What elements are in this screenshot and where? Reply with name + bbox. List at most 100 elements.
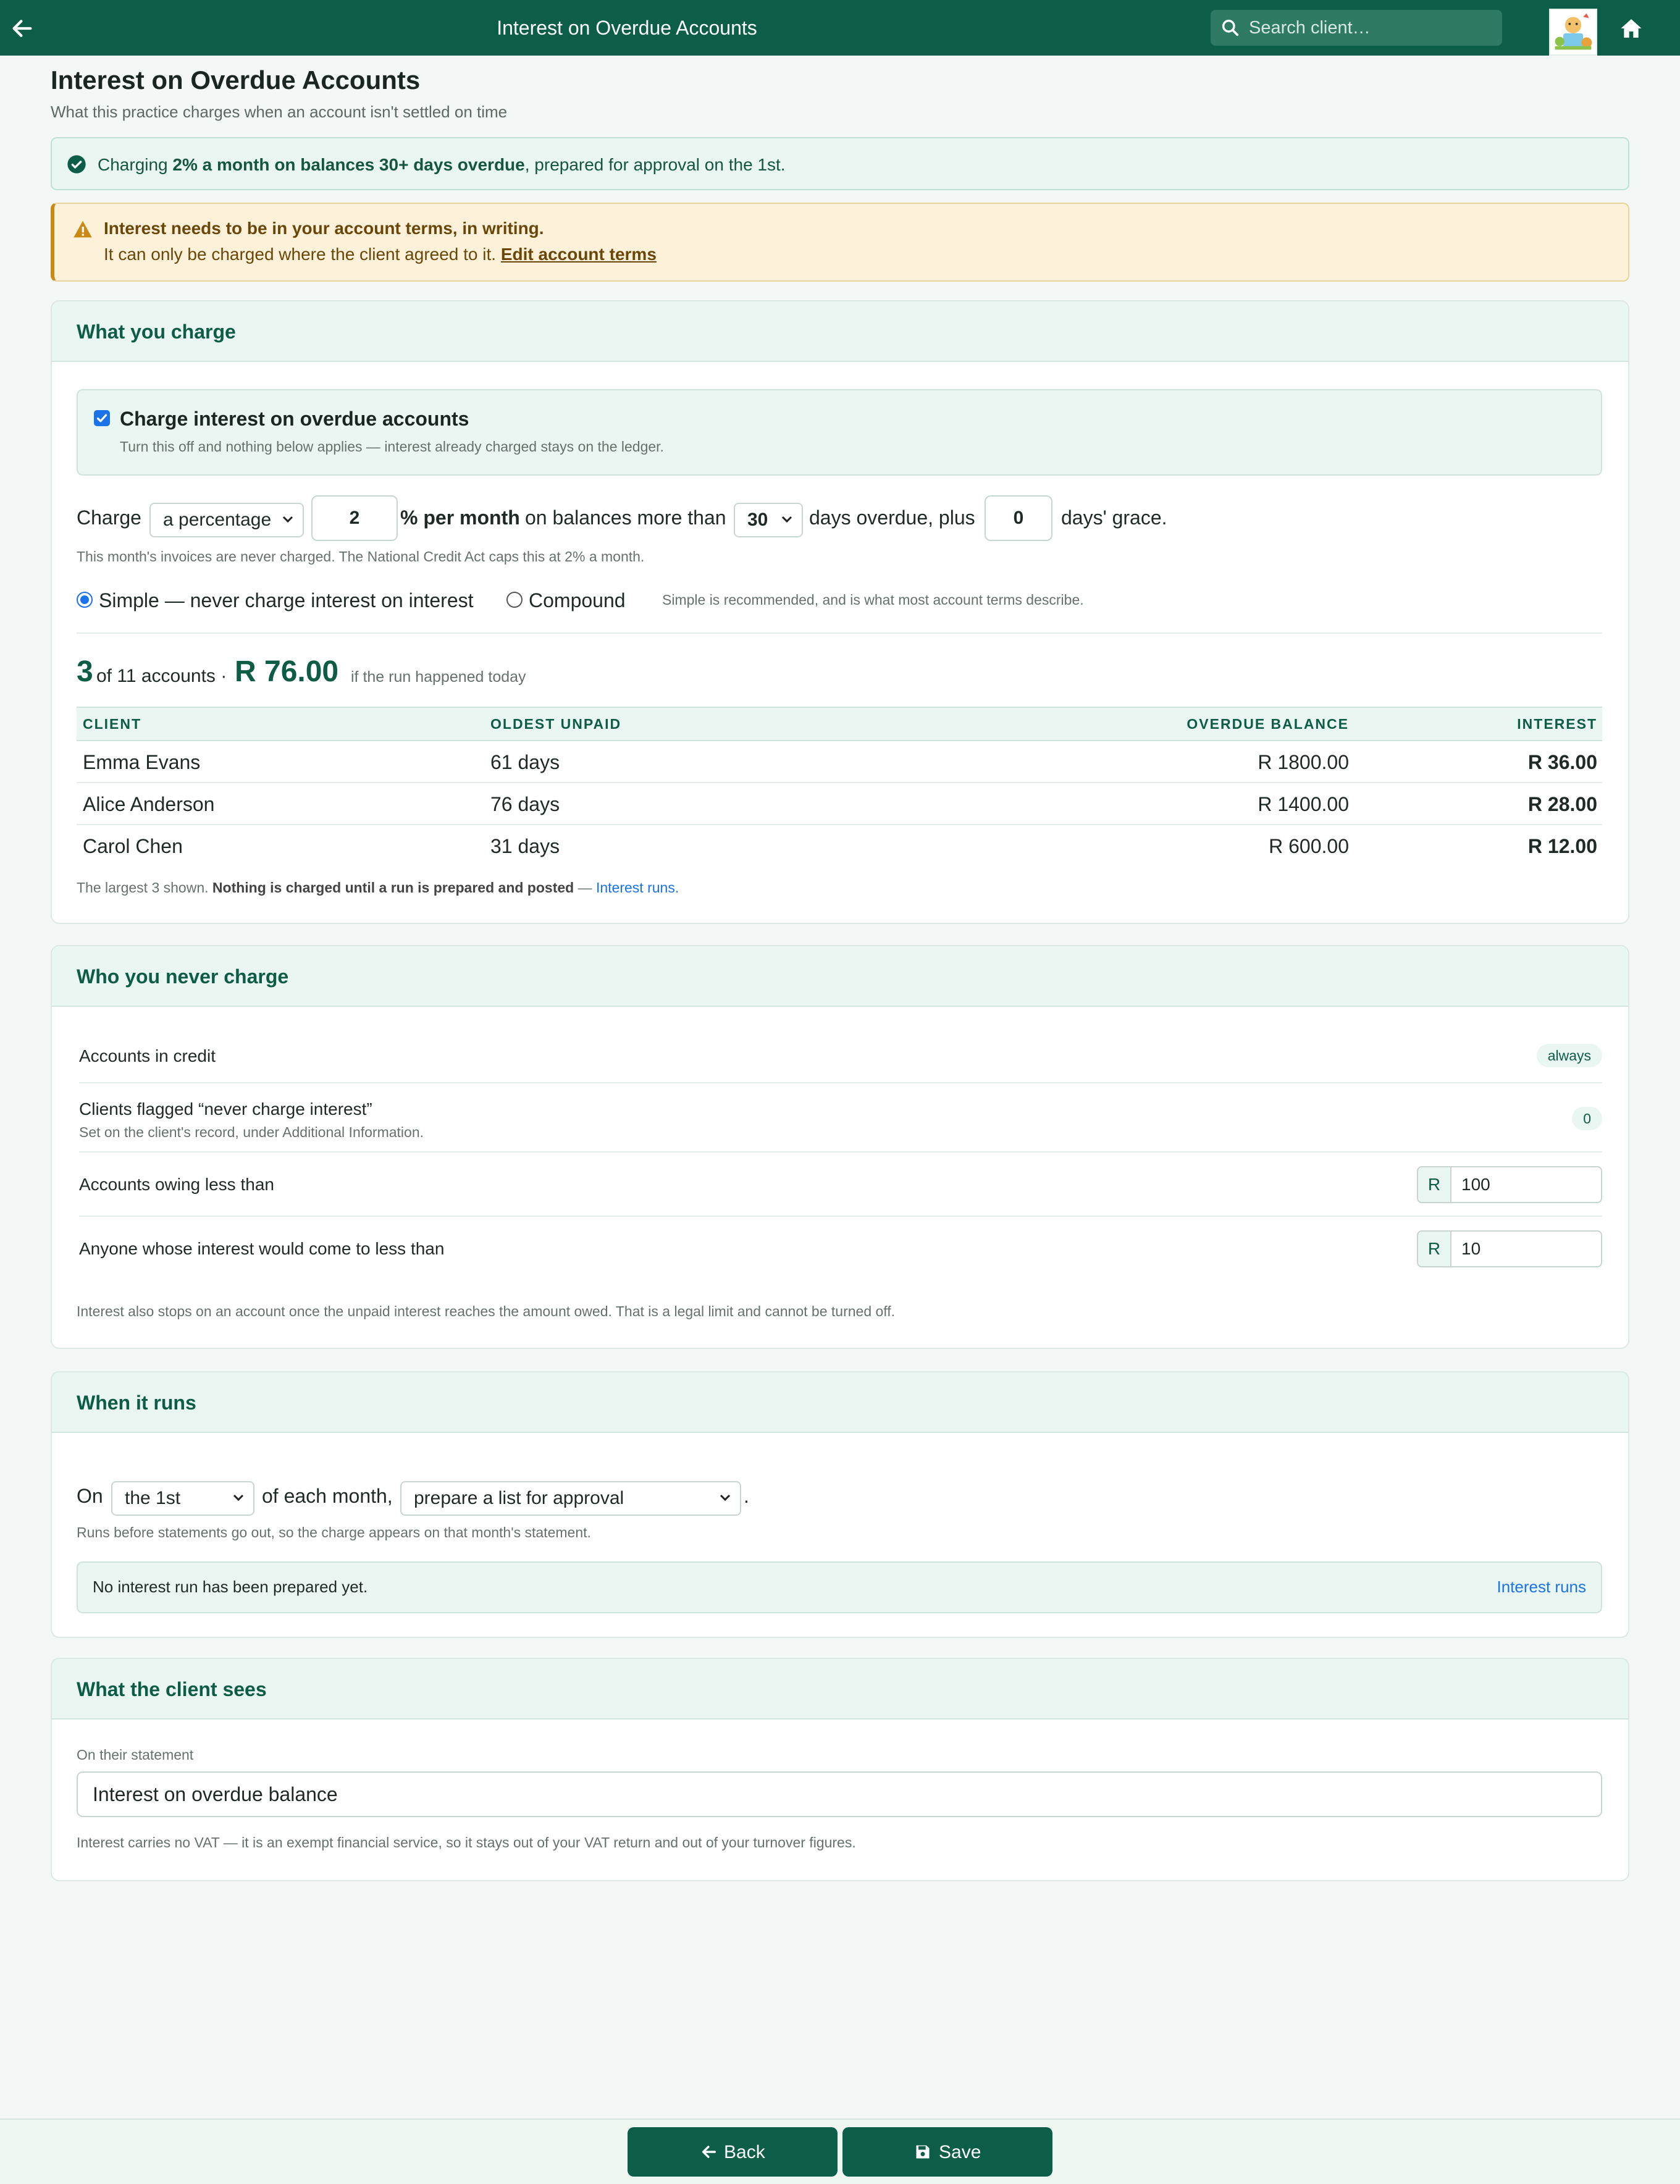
table-row[interactable]: Carol Chen 31 days R 600.00 R 12.00: [77, 825, 1602, 867]
grace-days-input[interactable]: [985, 495, 1052, 541]
min-interest-field[interactable]: R: [1417, 1230, 1602, 1267]
client-card-header: What the client sees: [52, 1659, 1628, 1720]
exempt-row: Clients flagged “never charge interest” …: [79, 1083, 1602, 1153]
interest-runs-link[interactable]: Interest runs: [1497, 1577, 1586, 1597]
credit-act-note: This month's invoices are never charged.…: [77, 548, 645, 565]
client-name: Carol Chen: [83, 835, 183, 857]
warning-title: Interest needs to be in your account ter…: [104, 219, 544, 238]
back-button[interactable]: Back: [628, 2127, 838, 2177]
charge-card-title: What you charge: [77, 321, 236, 343]
client-card: What the client sees On their statement …: [51, 1658, 1629, 1881]
run-action-select[interactable]: prepare a list for approval: [400, 1481, 741, 1516]
run-status-text: No interest run has been prepared yet.: [93, 1577, 368, 1596]
oldest-unpaid: 76 days: [490, 793, 560, 815]
interest-amount: R 36.00: [1527, 751, 1597, 773]
charge-interest-checkbox[interactable]: [94, 410, 110, 426]
schedule-card: When it runs On the 1st of each month, p…: [51, 1371, 1629, 1638]
balances-text: on balances more than: [525, 506, 726, 529]
compound-radio[interactable]: [506, 592, 523, 608]
client-name: Alice Anderson: [83, 793, 215, 815]
exempt-row: Accounts owing less than R: [79, 1153, 1602, 1217]
exempt-sub: Set on the client's record, under Additi…: [79, 1124, 424, 1140]
chevron-down-icon: [781, 516, 792, 523]
of-accounts-text: of 11 accounts ·: [96, 666, 227, 686]
schedule-card-header: When it runs: [52, 1372, 1628, 1433]
exempt-label: Clients flagged “never charge interest”: [79, 1099, 372, 1119]
overdue-balance: R 1800.00: [1258, 751, 1349, 773]
search-box[interactable]: [1211, 10, 1502, 46]
simple-radio[interactable]: [77, 592, 93, 608]
legal-limit-note: Interest also stops on an account once t…: [77, 1303, 896, 1319]
charge-method-select[interactable]: a percentage: [149, 503, 304, 537]
floppy-disk-icon: [916, 2145, 930, 2159]
schedule-card-title: When it runs: [77, 1392, 196, 1414]
avatar[interactable]: [1549, 9, 1597, 56]
charge-toggle-box: Charge interest on overdue accounts Turn…: [77, 389, 1602, 476]
warning-banner: Interest needs to be in your account ter…: [51, 203, 1629, 282]
currency-prefix: R: [1417, 1166, 1451, 1203]
check-circle-icon: [67, 155, 86, 174]
divider: [77, 632, 1602, 634]
home-icon[interactable]: [1618, 16, 1644, 41]
table-row[interactable]: Emma Evans 61 days R 1800.00 R 36.00: [77, 741, 1602, 783]
min-interest-input[interactable]: [1451, 1230, 1602, 1267]
exempt-label: Anyone whose interest would come to less…: [79, 1239, 445, 1258]
mode-hint: Simple is recommended, and is what most …: [662, 592, 1084, 608]
charge-interest-label[interactable]: Charge interest on overdue accounts: [120, 408, 469, 430]
sentence-period: .: [744, 1485, 749, 1507]
charged-count: 3: [77, 655, 93, 688]
min-balance-field[interactable]: R: [1417, 1166, 1602, 1203]
overdue-text: days overdue, plus: [809, 506, 975, 529]
exempt-label: Accounts in credit: [79, 1046, 216, 1065]
checkmark-icon: [96, 414, 107, 422]
interest-runs-link[interactable]: Interest runs.: [596, 880, 679, 896]
status-prefix: Charging: [98, 155, 173, 174]
search-input[interactable]: [1249, 10, 1496, 46]
charge-label: Charge: [77, 506, 141, 529]
min-balance-input[interactable]: [1451, 1166, 1602, 1203]
top-bar: Interest on Overdue Accounts: [0, 0, 1680, 56]
run-day-select[interactable]: the 1st: [111, 1481, 254, 1516]
exempt-card: Who you never charge Accounts in credit …: [51, 945, 1629, 1349]
page-subtitle: What this practice charges when an accou…: [51, 103, 508, 121]
run-action-value: prepare a list for approval: [414, 1488, 624, 1508]
currency-prefix: R: [1417, 1230, 1451, 1267]
footnote-dash: —: [574, 880, 596, 896]
charge-card-header: What you charge: [52, 301, 1628, 362]
run-timing-hint: Runs before statements go out, so the ch…: [77, 1524, 591, 1540]
warning-triangle-icon: [74, 220, 92, 238]
warning-body: It can only be charged where the client …: [104, 245, 657, 264]
charge-interest-hint: Turn this off and nothing below applies …: [120, 439, 664, 455]
search-icon: [1222, 19, 1239, 36]
footnote-bold: Nothing is charged until a run is prepar…: [212, 880, 574, 896]
statement-description-input[interactable]: [77, 1771, 1602, 1817]
each-month-text: of each month,: [262, 1485, 393, 1507]
charge-method-value: a percentage: [163, 510, 272, 530]
status-rule: 2% a month on balances 30+ days overdue: [172, 155, 525, 174]
status-banner: Charging 2% a month on balances 30+ days…: [51, 137, 1629, 190]
footnote-text: The largest 3 shown.: [77, 880, 212, 896]
run-status-box: No interest run has been prepared yet. I…: [77, 1561, 1602, 1613]
exempt-row: Accounts in credit always: [79, 1029, 1602, 1083]
client-name: Emma Evans: [83, 751, 201, 773]
col-overdue-balance: OVERDUE BALANCE: [1186, 716, 1349, 732]
edit-account-terms-link[interactable]: Edit account terms: [501, 245, 657, 264]
save-button[interactable]: Save: [842, 2127, 1052, 2177]
interest-amount: R 12.00: [1527, 835, 1597, 857]
simple-label[interactable]: Simple — never charge interest on intere…: [99, 589, 474, 612]
days-overdue-select[interactable]: 30: [734, 503, 803, 537]
rate-input[interactable]: [311, 495, 398, 541]
table-row[interactable]: Alice Anderson 76 days R 1400.00 R 28.00: [77, 783, 1602, 825]
exempt-label: Accounts owing less than: [79, 1175, 274, 1194]
warning-text: It can only be charged where the client …: [104, 245, 501, 264]
statement-field-label: On their statement: [77, 1747, 194, 1763]
col-interest: INTEREST: [1517, 716, 1597, 732]
status-badge: always: [1536, 1044, 1602, 1067]
practice-logo-icon: [1550, 10, 1596, 54]
vat-note: Interest carries no VAT — it is an exemp…: [77, 1834, 856, 1850]
charge-card: What you charge Charge interest on overd…: [51, 300, 1629, 924]
status-text: Charging 2% a month on balances 30+ days…: [98, 154, 786, 175]
col-client: CLIENT: [83, 716, 142, 732]
chevron-down-icon: [233, 1494, 244, 1502]
compound-label[interactable]: Compound: [529, 589, 626, 612]
